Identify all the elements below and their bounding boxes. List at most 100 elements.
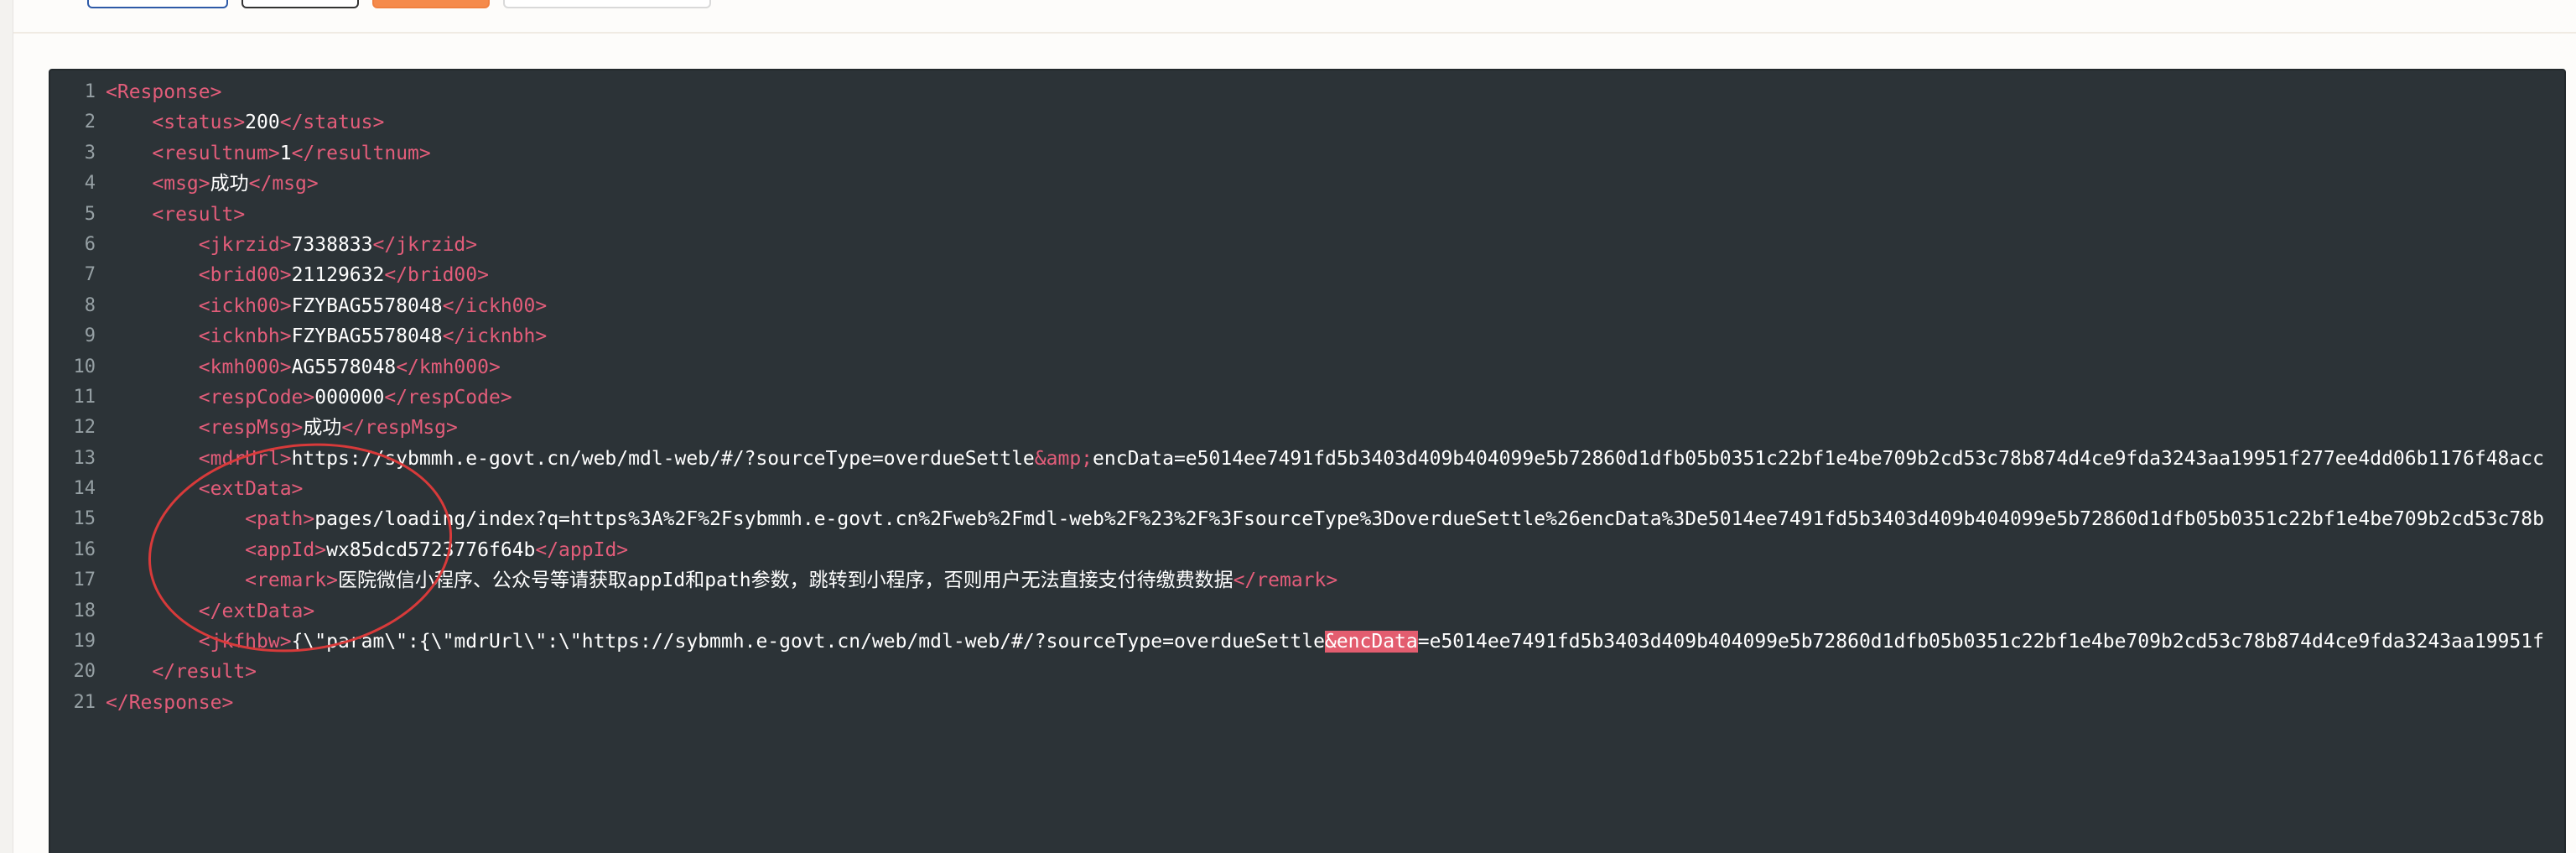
xml-text: 000000 xyxy=(314,386,385,408)
line-number: 9 xyxy=(84,325,96,347)
line-content: <mdrUrl>https://sybmmh.e-govt.cn/web/mdl… xyxy=(106,444,2544,474)
line-number: 21 xyxy=(73,691,96,713)
code-line: 9 <icknbh>FZYBAG5578048</icknbh> xyxy=(50,321,2564,351)
toolbar-input[interactable] xyxy=(503,0,711,8)
xml-open-tag: <Response> xyxy=(106,81,222,103)
toolbar-button-primary[interactable] xyxy=(372,0,490,8)
line-number: 18 xyxy=(73,600,96,622)
xml-open-tag: </result> xyxy=(152,661,257,684)
line-content: <remark>医院微信小程序、公众号等请获取appId和path参数，跳转到小… xyxy=(106,565,1337,596)
code-line: 20 </result> xyxy=(50,657,2564,687)
code-line: 19 <jkfhbw>{\"param\":{\"mdrUrl\":\"http… xyxy=(50,627,2564,657)
xml-text: AG5578048 xyxy=(291,356,397,378)
xml-close-tag: </msg> xyxy=(248,173,319,195)
line-number: 4 xyxy=(84,173,96,195)
xml-open-tag: <remark> xyxy=(245,570,338,592)
line-content: <respCode>000000</respCode> xyxy=(106,382,512,413)
xml-open-tag: </extData> xyxy=(198,600,315,622)
line-content: <brid00>21129632</brid00> xyxy=(106,260,489,290)
line-number: 20 xyxy=(73,661,96,683)
xml-open-tag: <respCode> xyxy=(198,386,315,408)
xml-response-viewer[interactable]: 1 <Response> 2 <status>200</status> 3 <resu… xyxy=(49,69,2566,853)
xml-open-tag: <appId> xyxy=(245,538,327,561)
xml-text: https://sybmmh.e-govt.cn/web/mdl-web/#/?… xyxy=(291,447,1035,470)
xml-text: {\"param\":{\"mdrUrl\":\"https://sybmmh.… xyxy=(291,631,1325,653)
line-content: <extData> xyxy=(106,474,304,504)
code-line: 5 <result> xyxy=(50,200,2564,230)
line-number: 14 xyxy=(73,478,96,500)
xml-open-tag: <status> xyxy=(152,112,246,134)
xml-open-tag: <jkrzid> xyxy=(198,233,292,256)
xml-open-tag: <path> xyxy=(245,508,315,531)
line-content: <jkfhbw>{\"param\":{\"mdrUrl\":\"https:/… xyxy=(106,627,2544,657)
line-number: 6 xyxy=(84,233,96,255)
xml-close-tag: </appId> xyxy=(535,538,629,561)
code-lines: 1 <Response> 2 <status>200</status> 3 <resu… xyxy=(50,77,2564,718)
line-number: 2 xyxy=(84,112,96,133)
toolbar-button-1[interactable] xyxy=(87,0,228,8)
code-line: 3 <resultnum>1</resultnum> xyxy=(50,138,2564,169)
line-content: <icknbh>FZYBAG5578048</icknbh> xyxy=(106,321,547,351)
xml-open-tag: </Response> xyxy=(106,691,234,714)
line-content: </result> xyxy=(106,657,257,687)
line-content: <ickh00>FZYBAG5578048</ickh00> xyxy=(106,291,547,321)
xml-open-tag: <jkfhbw> xyxy=(198,631,292,653)
left-sidebar-edge xyxy=(0,0,13,853)
code-line: 14 <extData> xyxy=(50,474,2564,504)
line-number: 11 xyxy=(73,386,96,408)
code-line: 6 <jkrzid>7338833</jkrzid> xyxy=(50,230,2564,260)
xml-close-tag: </status> xyxy=(279,112,385,134)
line-number: 10 xyxy=(73,356,96,377)
xml-close-tag: </resultnum> xyxy=(291,142,431,164)
line-content: </extData> xyxy=(106,596,314,627)
xml-close-tag: </remark> xyxy=(1233,570,1338,592)
xml-close-tag: </icknbh> xyxy=(442,325,548,348)
search-highlight: &encData xyxy=(1324,631,1418,653)
xml-text: 7338833 xyxy=(291,233,373,256)
xml-close-tag: </jkrzid> xyxy=(372,233,478,256)
code-line: 12 <respMsg>成功</respMsg> xyxy=(50,413,2564,443)
line-number: 7 xyxy=(84,264,96,286)
line-number: 5 xyxy=(84,203,96,225)
line-content: </Response> xyxy=(106,688,233,718)
line-number: 17 xyxy=(73,570,96,591)
line-number: 12 xyxy=(73,417,96,439)
line-number: 19 xyxy=(73,631,96,653)
xml-text: FZYBAG5578048 xyxy=(291,294,443,317)
xml-open-tag: <kmh000> xyxy=(198,356,292,378)
xml-text: 医院微信小程序、公众号等请获取appId和path参数，跳转到小程序，否则用户无… xyxy=(337,570,1233,592)
line-content: <msg>成功</msg> xyxy=(106,169,319,199)
xml-text: encData=e5014ee7491fd5b3403d409b404099e5… xyxy=(1093,447,2544,470)
xml-open-tag: <extData> xyxy=(198,478,304,501)
line-content: <appId>wx85dcd5723776f64b</appId> xyxy=(106,535,628,565)
xml-open-tag: <msg> xyxy=(152,173,210,195)
xml-text: 1 xyxy=(279,142,292,164)
code-line: 17 <remark>医院微信小程序、公众号等请获取appId和path参数，跳… xyxy=(50,565,2564,596)
line-number: 15 xyxy=(73,508,96,530)
line-number: 13 xyxy=(73,447,96,469)
xml-text: wx85dcd5723776f64b xyxy=(326,538,536,561)
xml-open-tag: <ickh00> xyxy=(198,294,292,317)
line-content: <resultnum>1</resultnum> xyxy=(106,138,431,169)
xml-text: 200 xyxy=(245,112,280,134)
toolbar-button-2[interactable] xyxy=(242,0,359,8)
xml-text: 成功 xyxy=(210,173,249,195)
xml-close-tag: </brid00> xyxy=(384,264,489,287)
line-number: 1 xyxy=(84,81,96,102)
code-line: 13 <mdrUrl>https://sybmmh.e-govt.cn/web/… xyxy=(50,444,2564,474)
line-content: <Response> xyxy=(106,77,221,107)
code-line: 15 <path>pages/loading/index?q=https%3A%… xyxy=(50,504,2564,534)
xml-open-tag: <brid00> xyxy=(198,264,292,287)
code-line: 10 <kmh000>AG5578048</kmh000> xyxy=(50,352,2564,382)
